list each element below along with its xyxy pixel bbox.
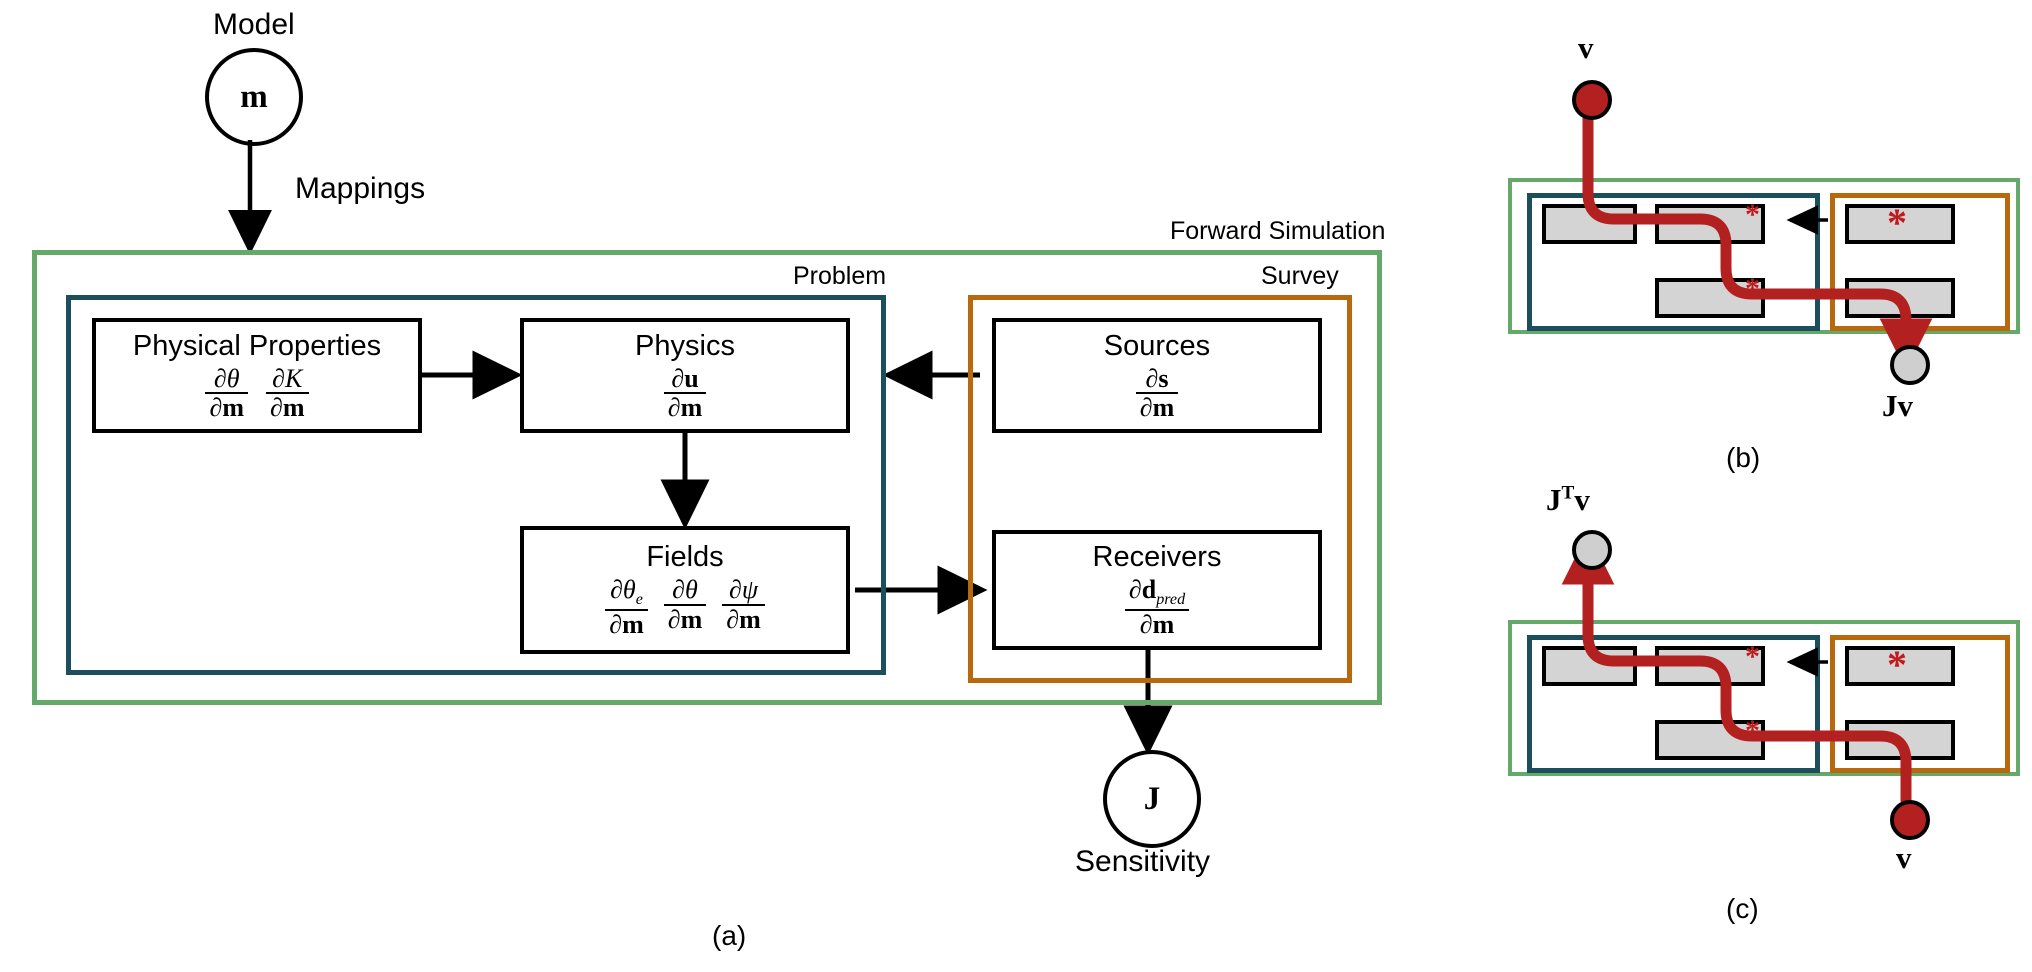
panel-c-input-label: v (1896, 840, 1912, 875)
panel-c-paths (1561, 531, 1912, 806)
figure-canvas: Model m Mappings Forward Simulation Prob… (0, 0, 2032, 972)
panel-c-star-physics: * (1745, 640, 1760, 673)
panel-c-output-sup: T (1561, 482, 1575, 504)
panel-c-output-dot (1572, 530, 1612, 570)
panel-c-output-label: JTv (1546, 482, 1590, 518)
panel-c-input-dot (1890, 800, 1930, 840)
panel-c-star-fields: * (1745, 714, 1760, 747)
panel-c-star-sources: * (1887, 642, 1907, 687)
panel-c-caption: (c) (1726, 893, 1759, 924)
panel-c-output-tail: v (1574, 482, 1590, 517)
panel-c-output-base: J (1546, 482, 1562, 517)
